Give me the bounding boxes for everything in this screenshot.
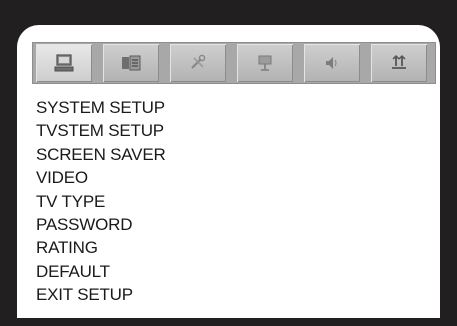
setup-tab-bar [32, 42, 436, 84]
menu-item-password[interactable]: PASSWORD [36, 213, 166, 236]
setup-menu: SYSTEM SETUP TVSTEM SETUP SCREEN SAVER V… [36, 96, 166, 307]
menu-item-default[interactable]: DEFAULT [36, 260, 166, 283]
speaker-icon [326, 57, 337, 69]
digital-setup-icon [392, 54, 406, 69]
tab-system[interactable] [36, 44, 92, 82]
menu-item-tvstem-setup[interactable]: TVSTEM SETUP [36, 119, 166, 142]
menu-item-tv-type[interactable]: TV TYPE [36, 190, 166, 213]
tab-speaker[interactable] [304, 44, 360, 82]
setup-screen: SYSTEM SETUP TVSTEM SETUP SCREEN SAVER V… [17, 25, 440, 318]
menu-item-system-setup[interactable]: SYSTEM SETUP [36, 96, 166, 119]
menu-item-rating[interactable]: RATING [36, 236, 166, 259]
audio-tools-icon [191, 54, 206, 69]
tab-digital-setup[interactable] [371, 44, 427, 82]
system-monitor-icon [54, 54, 74, 72]
menu-item-video[interactable]: VIDEO [36, 166, 166, 189]
tab-language[interactable] [103, 44, 159, 82]
tab-video[interactable] [237, 44, 293, 82]
menu-item-exit-setup[interactable]: EXIT SETUP [36, 283, 166, 306]
tab-audio[interactable] [170, 44, 226, 82]
video-icon [258, 55, 272, 71]
menu-item-screen-saver[interactable]: SCREEN SAVER [36, 143, 166, 166]
language-icon [122, 55, 141, 71]
